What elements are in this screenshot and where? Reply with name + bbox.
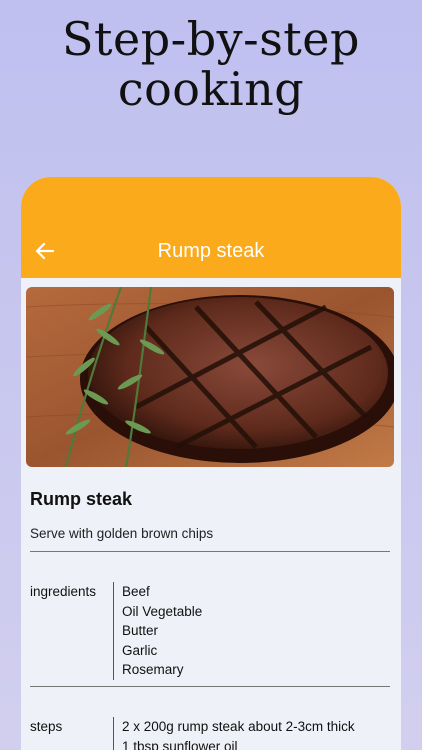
- ingredients-label: ingredients: [30, 584, 97, 599]
- step-item: 1 tbsp sunflower oil: [122, 738, 238, 750]
- app-bar-title: Rump steak: [157, 240, 265, 262]
- steps-list: 2 x 200g rump steak about 2-3cm thick 1 …: [113, 716, 355, 750]
- divider: [30, 685, 390, 687]
- headline-line-1: Step-by-step: [62, 12, 360, 66]
- recipe-details: Rump steak Serve with golden brown chips…: [30, 489, 390, 750]
- steps-section: steps 2 x 200g rump steak about 2-3cm th…: [30, 716, 390, 750]
- ingredients-section: ingredients Beef Oil Vegetable Butter Ga…: [30, 582, 390, 680]
- phone-screen: Rump steak Rump steak Serve with golden …: [21, 177, 401, 750]
- ingredient-item: Beef: [122, 584, 150, 599]
- recipe-subtitle: Serve with golden brown chips: [30, 526, 214, 541]
- recipe-title: Rump steak: [30, 489, 133, 509]
- ingredient-item: Garlic: [122, 642, 158, 658]
- ingredient-item: Butter: [122, 623, 159, 639]
- ingredient-item: Oil Vegetable: [122, 603, 203, 619]
- recipe-image: [26, 287, 394, 467]
- ingredients-list: Beef Oil Vegetable Butter Garlic Rosemar…: [113, 582, 202, 680]
- app-bar: Rump steak: [21, 177, 401, 278]
- ingredient-item: Rosemary: [122, 662, 184, 678]
- step-item: 2 x 200g rump steak about 2-3cm thick: [122, 718, 355, 734]
- divider: [30, 551, 390, 552]
- promo-headline: Step-by-step cooking: [0, 14, 422, 114]
- headline-line-2: cooking: [117, 62, 305, 116]
- steps-label: steps: [30, 718, 63, 734]
